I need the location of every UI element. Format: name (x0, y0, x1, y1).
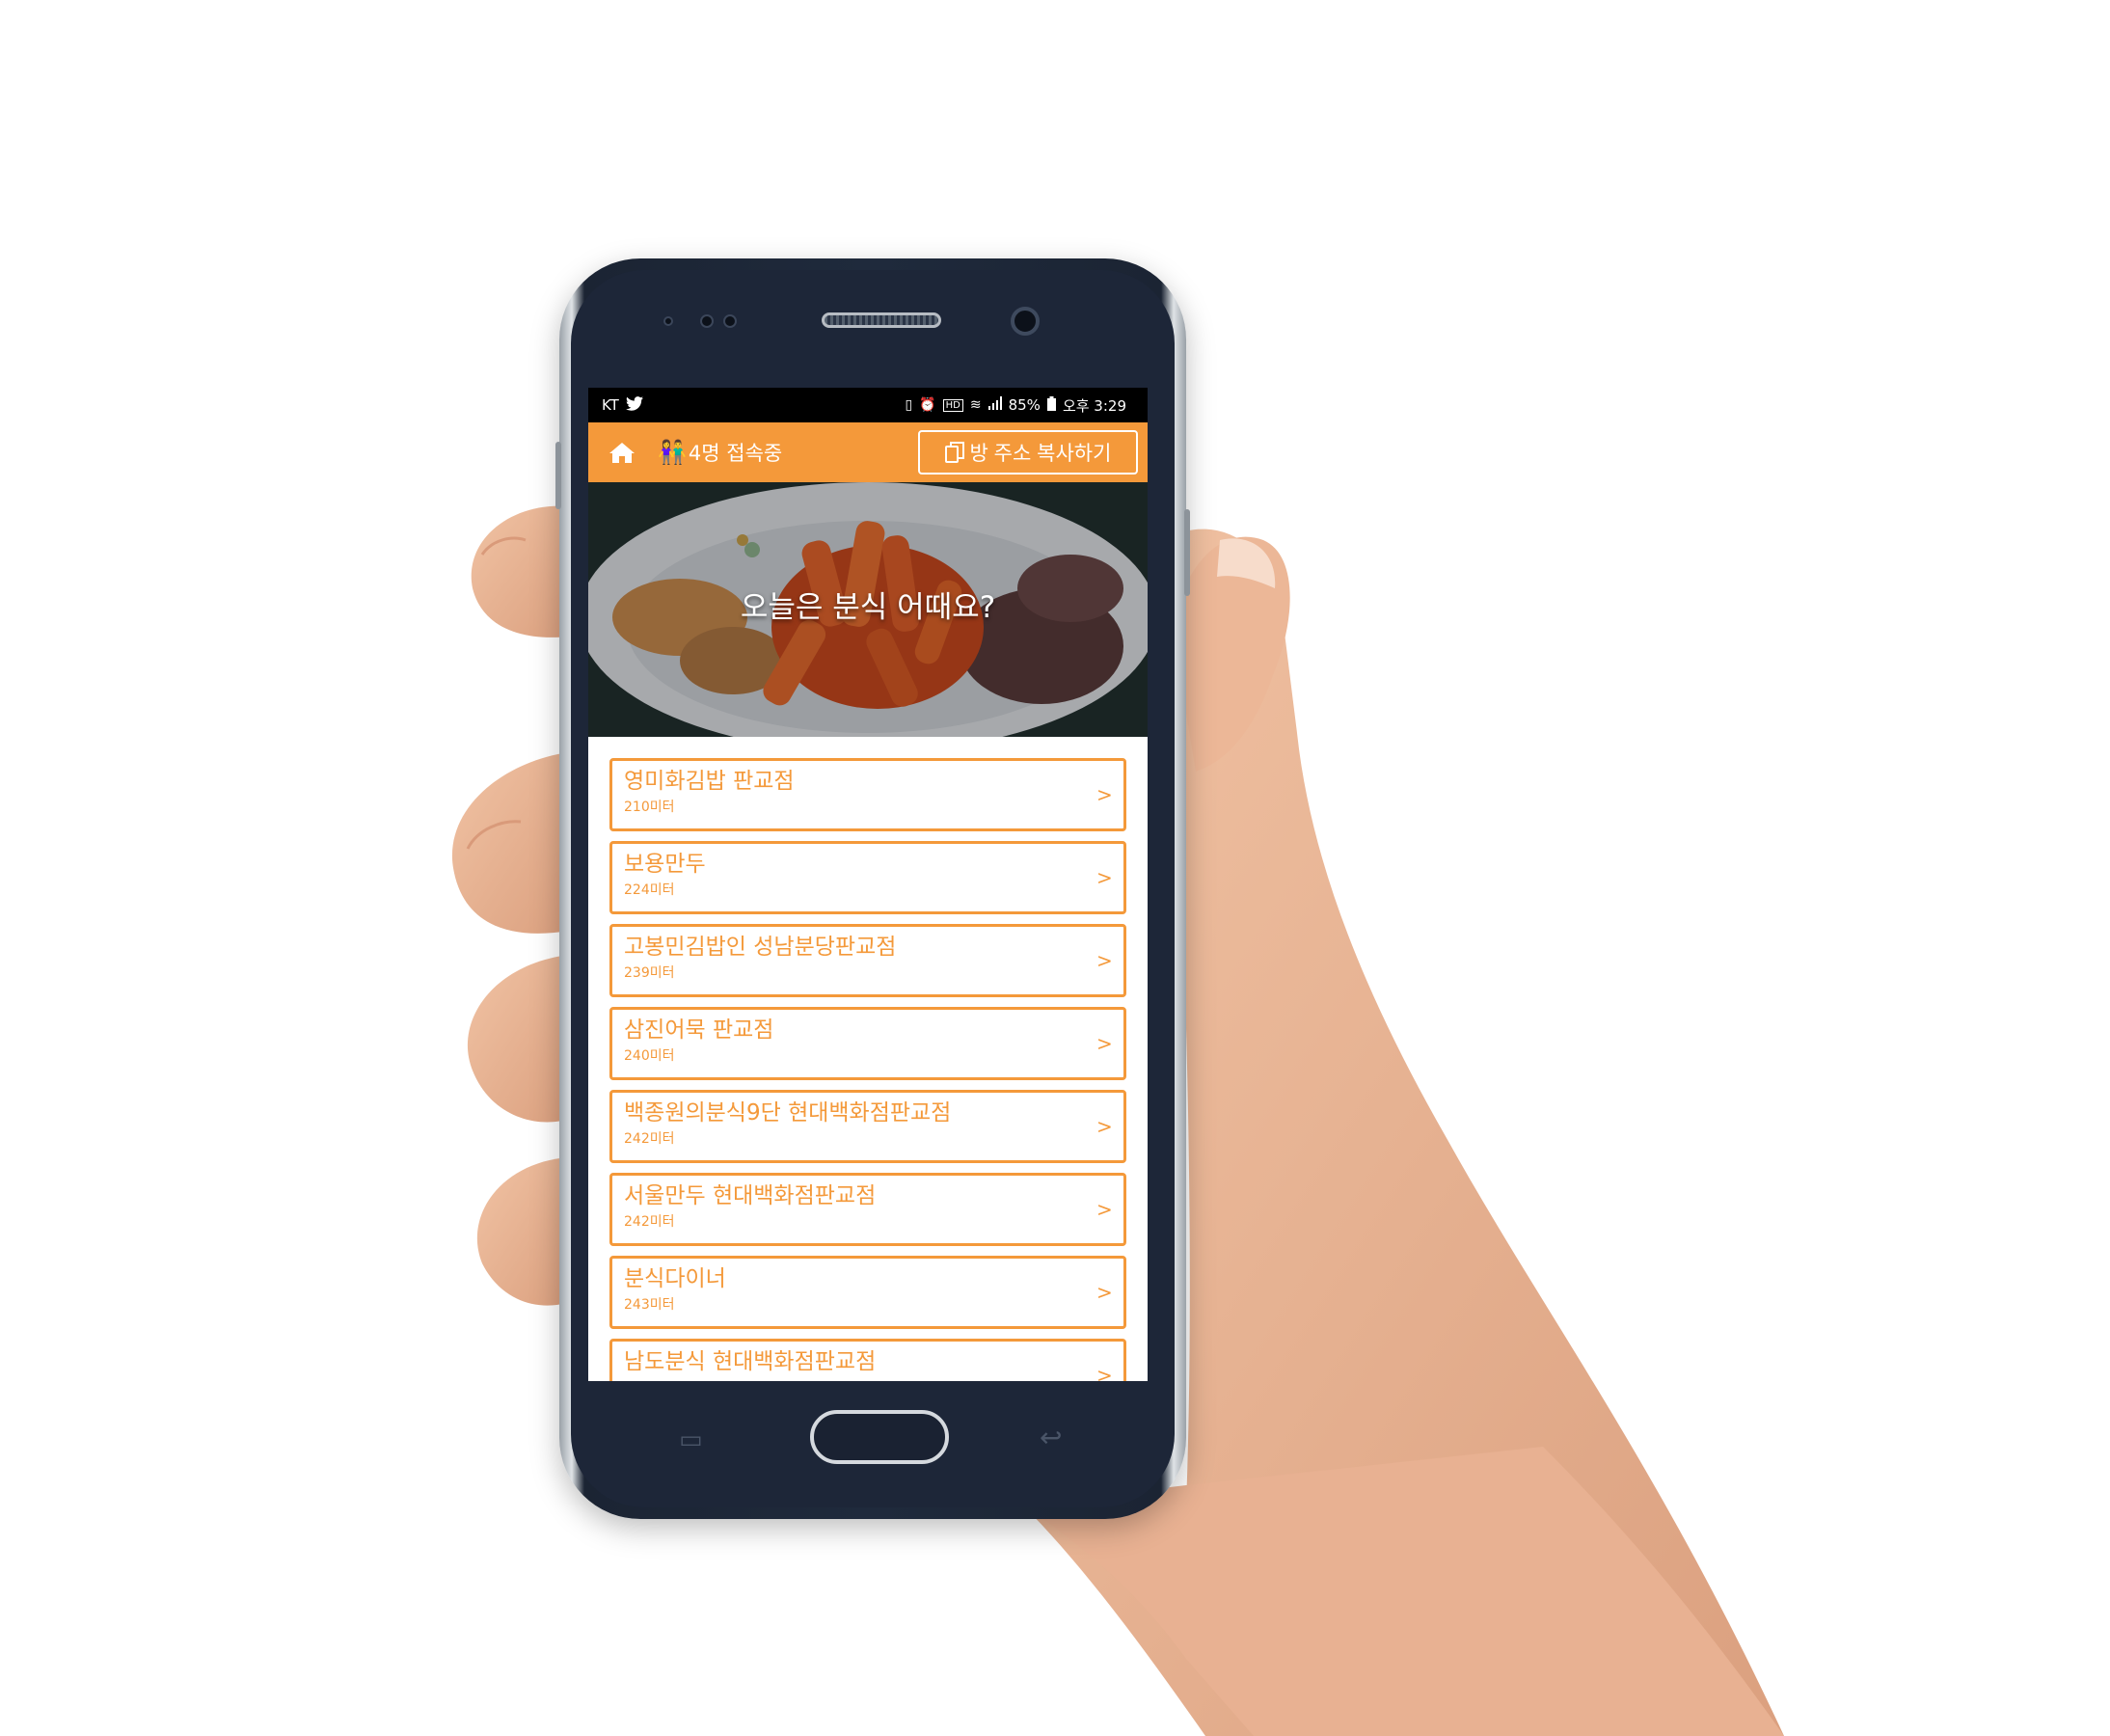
restaurant-name: 보용만두 (624, 852, 706, 877)
copy-room-address-button[interactable]: 방 주소 복사하기 (918, 430, 1138, 475)
vibrate-icon: ▯ (905, 397, 913, 413)
restaurant-name: 서울만두 현대백화점판교점 (624, 1183, 877, 1208)
light-sensor (723, 314, 737, 328)
chevron-right-icon: > (1096, 866, 1113, 889)
restaurant-distance: 243미터 (624, 1297, 675, 1313)
list-item[interactable]: 영미화김밥 판교점 210미터 > (609, 758, 1126, 831)
app-screen: KT ▯ ⏰ HD ≋ 85% 오후 3:29 👫 4명 접속중 방 주소 복사… (588, 388, 1148, 1381)
chevron-right-icon: > (1096, 1281, 1113, 1304)
status-left: KT (602, 395, 643, 415)
sensor-dot (663, 316, 673, 326)
chevron-right-icon: > (1096, 949, 1113, 972)
carrier-label: KT (602, 396, 619, 414)
chevron-right-icon: > (1096, 1115, 1113, 1138)
volume-button (555, 442, 561, 509)
restaurant-name: 남도분식 현대백화점판교점 (624, 1349, 877, 1374)
restaurant-distance: 239미터 (624, 965, 675, 981)
status-bar: KT ▯ ⏰ HD ≋ 85% 오후 3:29 (588, 388, 1148, 422)
battery-percent: 85% (1008, 396, 1041, 414)
restaurant-distance: 224미터 (624, 882, 675, 898)
restaurant-distance: 242미터 (624, 1131, 675, 1147)
online-count: 4명 접속중 (688, 442, 783, 465)
copy-room-address-label: 방 주소 복사하기 (969, 443, 1112, 465)
signal-icon (987, 396, 1002, 414)
restaurant-distance: 240미터 (624, 1048, 675, 1064)
chevron-right-icon: > (1096, 1364, 1113, 1381)
earpiece-speaker (822, 312, 941, 328)
banner-title: 오늘은 분식 어때요? (740, 590, 996, 625)
proximity-sensor (700, 314, 714, 328)
banner: 오늘은 분식 어때요? (588, 482, 1148, 737)
list-item[interactable]: 고봉민김밥인 성남분당판교점 239미터 > (609, 924, 1126, 997)
twitter-icon (625, 395, 643, 415)
chevron-right-icon: > (1096, 1032, 1113, 1055)
recent-apps-icon[interactable]: ▭ (679, 1427, 717, 1452)
list-item[interactable]: 백종원의분식9단 현대백화점판교점 242미터 > (609, 1090, 1126, 1163)
list-item[interactable]: 보용만두 224미터 > (609, 841, 1126, 914)
chevron-right-icon: > (1096, 783, 1113, 806)
front-camera (1011, 307, 1040, 336)
hd-icon: HD (942, 398, 963, 412)
list-item[interactable]: 분식다이너 243미터 > (609, 1256, 1126, 1329)
restaurant-distance: 242미터 (624, 1214, 675, 1230)
app-bar: 👫 4명 접속중 방 주소 복사하기 (588, 422, 1148, 482)
power-button (1184, 509, 1190, 596)
list-item[interactable]: 서울만두 현대백화점판교점 242미터 > (609, 1173, 1126, 1246)
battery-icon (1046, 395, 1056, 415)
alarm-icon: ⏰ (919, 397, 936, 413)
restaurant-name: 고봉민김밥인 성남분당판교점 (624, 935, 897, 960)
clock: 오후 3:29 (1062, 396, 1126, 415)
back-icon[interactable]: ↩ (1040, 1424, 1078, 1452)
home-button[interactable] (810, 1410, 949, 1464)
restaurant-name: 분식다이너 (624, 1266, 726, 1291)
restaurant-name: 백종원의분식9단 현대백화점판교점 (624, 1100, 952, 1126)
restaurant-list: 영미화김밥 판교점 210미터 > 보용만두 224미터 > 고봉민김밥인 성남… (588, 737, 1148, 1381)
chevron-right-icon: > (1096, 1198, 1113, 1221)
list-item[interactable]: 삼진어묵 판교점 240미터 > (609, 1007, 1126, 1080)
restaurant-distance: 210미터 (624, 800, 675, 815)
status-right: ▯ ⏰ HD ≋ 85% 오후 3:29 (905, 395, 1126, 416)
home-icon[interactable] (608, 438, 636, 467)
copy-icon (944, 442, 964, 463)
restaurant-name: 삼진어묵 판교점 (624, 1017, 774, 1043)
restaurant-name: 영미화김밥 판교점 (624, 769, 795, 794)
list-item[interactable]: 남도분식 현대백화점판교점 > (609, 1339, 1126, 1381)
wifi-icon: ≋ (969, 397, 982, 413)
users-icon: 👫 (658, 439, 687, 466)
